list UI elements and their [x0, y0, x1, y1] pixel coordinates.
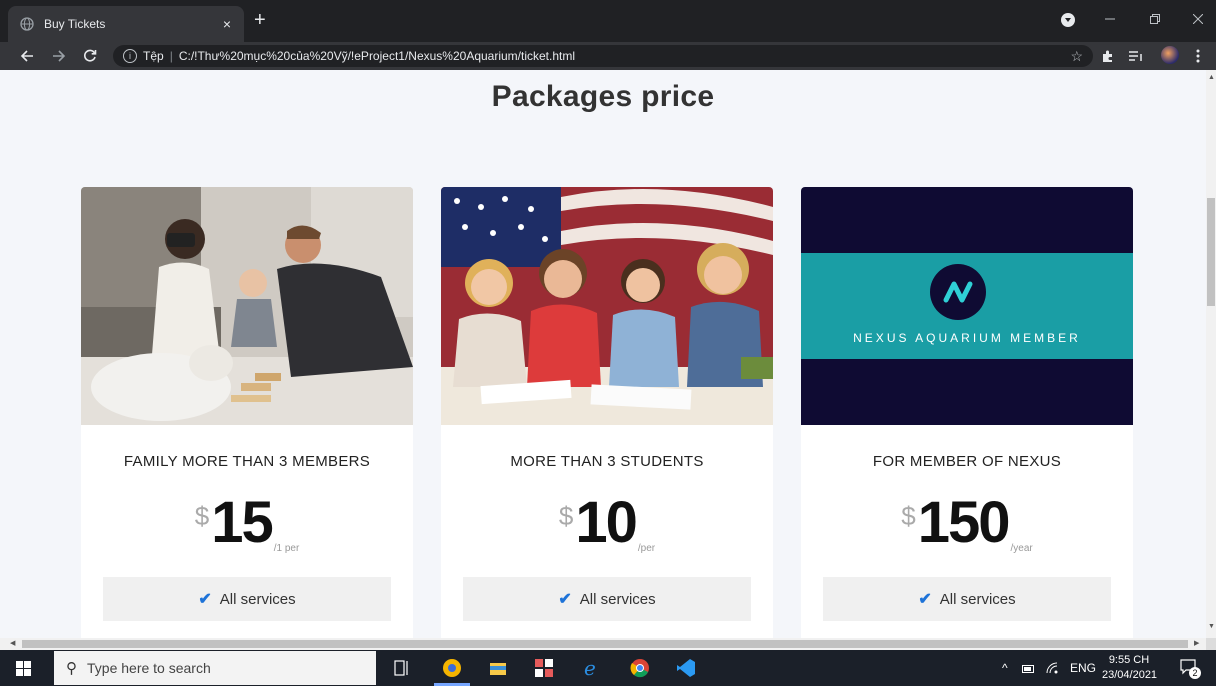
task-view-icon[interactable]: [392, 658, 412, 678]
notification-icon[interactable]: 2: [1180, 659, 1201, 679]
reading-list-icon[interactable]: [1129, 50, 1143, 62]
price-amount: 150: [917, 490, 1011, 555]
horizontal-scroll-thumb[interactable]: [22, 640, 1188, 648]
windows-taskbar: ⚲ Type here to search e ^ ENG 9:55 CH 23…: [0, 650, 1216, 686]
page-viewport: Packages price FAMILY MORE THAN 3 MEMBER…: [0, 70, 1206, 638]
package-name: FOR MEMBER OF NEXUS: [872, 453, 1062, 470]
price-currency: $: [558, 501, 574, 531]
scroll-right-arrow-icon[interactable]: ▶: [1194, 639, 1199, 647]
scroll-left-arrow-icon[interactable]: ◀: [10, 639, 15, 647]
svg-text:e: e: [584, 658, 596, 678]
scroll-down-arrow-icon[interactable]: ▼: [1208, 623, 1215, 630]
close-icon[interactable]: ×: [216, 16, 238, 32]
forward-arrow-icon[interactable]: [52, 49, 66, 63]
extensions-puzzle-icon[interactable]: [1101, 49, 1115, 63]
taskbar-clock[interactable]: 9:55 CH 23/04/2021: [1102, 653, 1158, 683]
nexus-member-banner: NEXUS AQUARIUM MEMBER: [801, 187, 1133, 425]
browser-toolbar: i Tệp | C:/!Thư%20mục%20của%20Vỹ/!eProje…: [0, 42, 1216, 70]
service-label: All services: [939, 590, 1016, 608]
check-icon: ✔: [918, 591, 932, 608]
students-photo: [441, 187, 773, 425]
globe-icon: [20, 17, 34, 31]
restore-icon[interactable]: [1150, 14, 1160, 24]
price-amount: 10: [575, 490, 637, 555]
language-indicator[interactable]: ENG: [1070, 661, 1096, 675]
clock-time: 9:55 CH: [1108, 654, 1150, 666]
browser-tab[interactable]: Buy Tickets ×: [8, 6, 244, 42]
vertical-scrollbar[interactable]: ▲ ▼: [1206, 70, 1216, 638]
address-separator: |: [169, 49, 173, 63]
price-unit: /1 per: [273, 543, 300, 554]
edge-icon[interactable]: e: [582, 658, 602, 678]
package-price: $ 15 /1 per: [81, 491, 413, 561]
plus-icon[interactable]: +: [254, 10, 266, 30]
package-card-member[interactable]: NEXUS AQUARIUM MEMBER FOR MEMBER OF NEXU…: [801, 187, 1133, 638]
scrollbar-corner: [1206, 638, 1216, 650]
scroll-up-arrow-icon[interactable]: ▲: [1208, 74, 1215, 81]
vertical-scroll-thumb[interactable]: [1207, 198, 1215, 306]
services-feature-row: ✔ All services: [103, 577, 391, 621]
search-icon: ⚲: [66, 660, 77, 677]
price-amount: 15: [211, 490, 273, 555]
package-card-students[interactable]: MORE THAN 3 STUDENTS $ 10 /per ✔ All ser…: [441, 187, 773, 638]
tab-title: Buy Tickets: [44, 17, 106, 31]
chrome-canary-icon[interactable]: [442, 658, 462, 678]
network-app-icon[interactable]: [534, 658, 554, 678]
chrome-icon[interactable]: [630, 658, 650, 678]
horizontal-scrollbar[interactable]: ◀ ▶: [0, 638, 1206, 650]
reload-icon[interactable]: [83, 49, 97, 63]
vscode-icon[interactable]: [676, 658, 696, 678]
battery-icon[interactable]: [1022, 665, 1036, 673]
address-scheme: Tệp: [143, 49, 164, 63]
service-label: All services: [579, 590, 656, 608]
windows-logo-icon[interactable]: [16, 661, 31, 676]
tab-search-dropdown-icon[interactable]: [1061, 13, 1075, 27]
search-placeholder: Type here to search: [87, 660, 211, 676]
back-arrow-icon[interactable]: [20, 49, 34, 63]
minimize-icon[interactable]: [1105, 14, 1115, 24]
member-banner-text: NEXUS AQUARIUM MEMBER: [853, 331, 1081, 345]
tray-chevron-up-icon[interactable]: ^: [1002, 661, 1008, 675]
check-icon: ✔: [558, 591, 572, 608]
notification-badge: 2: [1189, 667, 1201, 679]
services-feature-row: ✔ All services: [823, 577, 1111, 621]
profile-avatar[interactable]: [1161, 46, 1179, 64]
taskbar-search-box[interactable]: ⚲ Type here to search: [54, 651, 376, 685]
address-bar[interactable]: i Tệp | C:/!Thư%20mục%20của%20Vỹ/!eProje…: [113, 45, 1093, 67]
file-explorer-icon[interactable]: [488, 658, 508, 678]
price-unit: /per: [637, 543, 656, 554]
price-unit: /year: [1010, 543, 1033, 554]
family-photo: [81, 187, 413, 425]
browser-tab-strip: Buy Tickets × +: [0, 0, 1216, 42]
package-name: FAMILY MORE THAN 3 MEMBERS: [123, 453, 371, 470]
package-card-family[interactable]: FAMILY MORE THAN 3 MEMBERS $ 15 /1 per ✔…: [81, 187, 413, 638]
clock-date: 23/04/2021: [1102, 669, 1158, 681]
check-icon: ✔: [198, 591, 212, 608]
services-feature-row: ✔ All services: [463, 577, 751, 621]
package-price: $ 150 /year: [801, 491, 1133, 561]
address-url: C:/!Thư%20mục%20của%20Vỹ/!eProject1/Nexu…: [178, 49, 576, 63]
section-title: Packages price: [491, 80, 715, 113]
price-currency: $: [901, 501, 916, 531]
package-price: $ 10 /per: [441, 491, 773, 561]
package-name: MORE THAN 3 STUDENTS: [510, 453, 704, 470]
star-icon[interactable]: ☆: [1070, 48, 1083, 65]
price-currency: $: [194, 501, 210, 531]
service-label: All services: [219, 590, 296, 608]
info-icon[interactable]: i: [123, 49, 137, 63]
menu-dots-icon[interactable]: [1196, 49, 1200, 63]
window-close-icon[interactable]: [1193, 14, 1203, 24]
wifi-icon[interactable]: [1046, 662, 1060, 674]
nexus-logo-icon: [930, 264, 986, 320]
